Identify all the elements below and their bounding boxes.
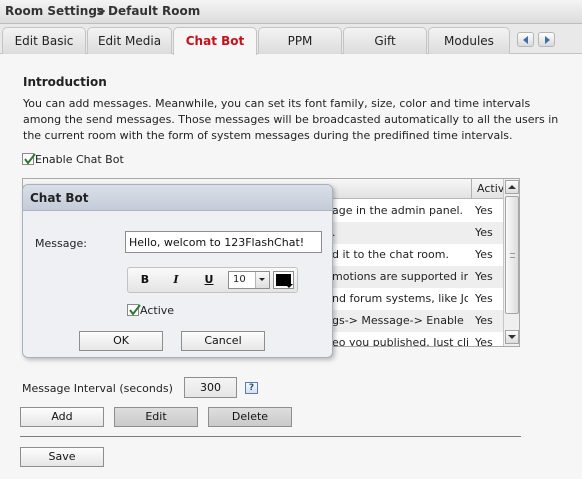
tab-gift[interactable]: Gift [343, 27, 427, 54]
tab-bar: Edit Basic Edit Media Chat Bot PPM Gift … [0, 24, 582, 55]
format-toolbar: B I U 10 [127, 267, 298, 293]
row-message: gs-> Message-> Enable avat [332, 314, 468, 327]
arrow-up-icon [508, 185, 516, 189]
row-active: Yes [475, 204, 493, 217]
tab-ppm[interactable]: PPM [258, 27, 342, 54]
font-size-select[interactable]: 10 [228, 271, 270, 289]
font-color-picker[interactable] [273, 271, 294, 289]
arrow-right-icon [545, 36, 550, 44]
bold-button[interactable]: B [135, 271, 155, 289]
arrow-left-icon [523, 36, 528, 44]
message-input[interactable] [125, 231, 322, 253]
underline-button[interactable]: U [199, 271, 219, 289]
edit-button[interactable]: Edit [114, 407, 198, 427]
column-header-active[interactable]: Activ [477, 182, 504, 195]
table-scrollbar[interactable] [503, 179, 519, 346]
row-active: Yes [475, 248, 493, 261]
tab-edit-basic[interactable]: Edit Basic [2, 27, 86, 54]
chat-bot-dialog: Chat Bot Message: B I U 10 Active OK Can… [22, 184, 333, 358]
delete-button[interactable]: Delete [208, 407, 292, 427]
row-message: d it to the chat room. [332, 248, 449, 261]
dialog-title: Chat Bot [30, 191, 89, 205]
row-active: Yes [475, 226, 493, 239]
scroll-tabs-left-button[interactable] [517, 32, 534, 47]
add-button[interactable]: Add [20, 407, 104, 427]
dialog-title-bar[interactable]: Chat Bot [23, 185, 332, 211]
breadcrumb-separator: > [96, 4, 107, 18]
message-interval-field[interactable]: 300 [184, 377, 237, 398]
enable-chat-bot-checkbox[interactable] [22, 153, 36, 165]
row-message: age in the admin panel. [332, 204, 464, 217]
cancel-button[interactable]: Cancel [181, 331, 265, 351]
ok-button[interactable]: OK [79, 331, 163, 351]
active-checkbox[interactable] [127, 304, 141, 316]
enable-chat-bot-label: Enable Chat Bot [35, 153, 124, 166]
row-active: Yes [475, 336, 493, 346]
column-divider [471, 179, 472, 199]
chevron-down-icon [259, 278, 265, 281]
row-message: nd forum systems, like Joom [332, 292, 468, 305]
active-label: Active [140, 304, 175, 317]
intro-text: You can add messages. Meanwhile, you can… [23, 97, 559, 142]
grip-icon [510, 253, 515, 258]
divider [20, 436, 521, 437]
color-dropdown-icon [285, 284, 293, 288]
breadcrumb: Room Settings > Default Room [0, 0, 582, 24]
scrollbar-thumb[interactable] [505, 196, 519, 314]
save-button[interactable]: Save [20, 447, 104, 467]
help-icon[interactable]: ? [245, 382, 258, 394]
font-size-value: 10 [233, 274, 246, 285]
row-message: motions are supported in 12 [332, 270, 468, 283]
row-message: . [332, 226, 336, 239]
breadcrumb-room: Default Room [108, 4, 201, 18]
scroll-down-button[interactable] [505, 330, 519, 344]
breadcrumb-section: Room Settings [5, 4, 105, 18]
row-active: Yes [475, 314, 493, 327]
tab-modules[interactable]: Modules [428, 27, 510, 54]
tab-chat-bot[interactable]: Chat Bot [173, 27, 257, 55]
message-label: Message: [35, 237, 87, 250]
font-size-dropdown-button[interactable] [255, 272, 269, 288]
tab-edit-media[interactable]: Edit Media [87, 27, 172, 54]
arrow-down-icon [508, 335, 516, 339]
intro-heading: Introduction [23, 75, 107, 89]
row-active: Yes [475, 270, 493, 283]
scroll-up-button[interactable] [505, 180, 519, 194]
row-message: eo you published. Just click t [332, 336, 468, 346]
message-interval-label: Message Interval (seconds) [22, 382, 173, 395]
italic-button[interactable]: I [166, 271, 186, 289]
scroll-tabs-right-button[interactable] [538, 32, 555, 47]
row-active: Yes [475, 292, 493, 305]
